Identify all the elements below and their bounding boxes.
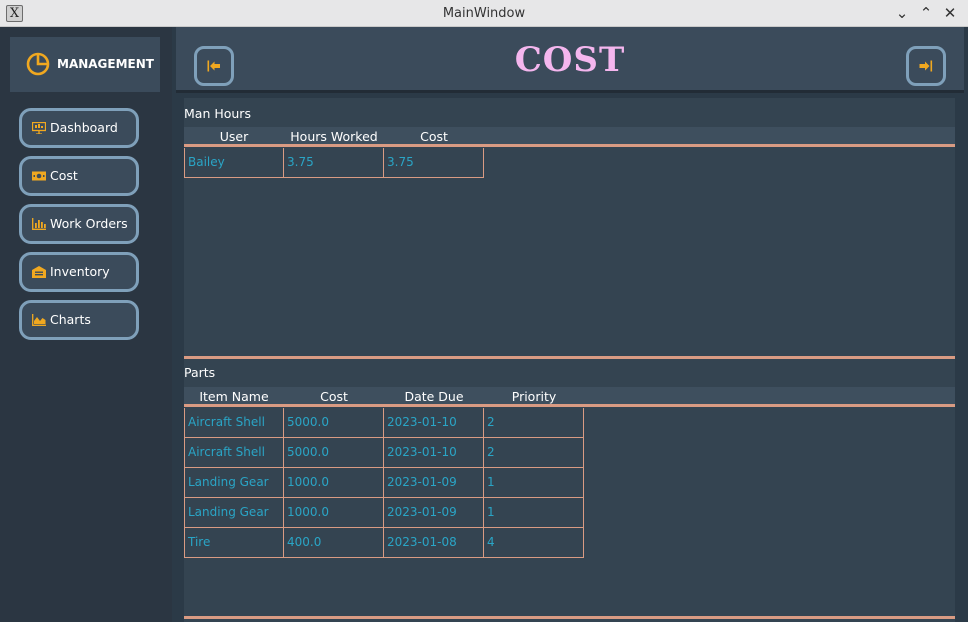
table-cell[interactable]: Bailey	[184, 148, 284, 178]
dashboard-icon	[32, 122, 46, 134]
column-header-user[interactable]: User	[184, 127, 284, 146]
column-header-priority[interactable]: Priority	[484, 387, 584, 406]
sidebar-item-label: Inventory	[50, 264, 110, 279]
sidebar-item-work-orders[interactable]: Work Orders	[19, 204, 139, 244]
table-cell[interactable]: 5000.0	[284, 438, 384, 468]
man-hours-title: Man Hours	[184, 106, 251, 121]
table-cell[interactable]: 2023-01-09	[384, 498, 484, 528]
table-cell[interactable]: Aircraft Shell	[184, 438, 284, 468]
table-cell[interactable]: Tire	[184, 528, 284, 558]
bar-chart-icon	[32, 218, 46, 230]
close-icon[interactable]: ✕	[939, 3, 961, 23]
page-title: COST	[514, 40, 626, 80]
section-divider	[184, 356, 955, 359]
section-divider	[184, 616, 955, 619]
page-header: COST	[176, 27, 964, 93]
man-hours-header: User Hours Worked Cost	[184, 127, 955, 147]
sidebar-item-label: Cost	[50, 168, 78, 183]
column-header-cost[interactable]: Cost	[284, 387, 384, 406]
table-cell[interactable]: 5000.0	[284, 408, 384, 438]
table-cell[interactable]: 3.75	[384, 148, 484, 178]
table-cell[interactable]: 2023-01-10	[384, 438, 484, 468]
man-hours-section: Man Hours User Hours Worked Cost Bailey …	[184, 98, 955, 362]
sidebar-item-label: Dashboard	[50, 120, 118, 135]
window-title: MainWindow	[442, 6, 526, 21]
column-header-hours-worked[interactable]: Hours Worked	[284, 127, 384, 146]
column-header-item-name[interactable]: Item Name	[184, 387, 284, 406]
parts-section: Parts Item Name Cost Date Due Priority A…	[184, 362, 955, 622]
sidebar-item-dashboard[interactable]: Dashboard	[19, 108, 139, 148]
sidebar-item-label: Work Orders	[50, 216, 128, 231]
table-cell[interactable]: Landing Gear	[184, 468, 284, 498]
area-chart-icon	[32, 314, 46, 326]
table-cell[interactable]: 2	[484, 438, 584, 468]
pie-chart-icon	[26, 52, 50, 76]
main-content: COST Man Hours User Hours Worked Cost Ba…	[172, 27, 968, 622]
table-cell[interactable]: Aircraft Shell	[184, 408, 284, 438]
table-cell[interactable]: 1	[484, 468, 584, 498]
sidebar-item-label: Charts	[50, 312, 91, 327]
table-cell[interactable]: 2023-01-08	[384, 528, 484, 558]
table-cell[interactable]: Landing Gear	[184, 498, 284, 528]
table-cell[interactable]: 1000.0	[284, 498, 384, 528]
sidebar-item-cost[interactable]: Cost	[19, 156, 139, 196]
minimize-icon[interactable]: ⌄	[891, 3, 913, 23]
column-header-date-due[interactable]: Date Due	[384, 387, 484, 406]
brand-label: MANAGEMENT	[57, 57, 154, 71]
table-cell[interactable]: 3.75	[284, 148, 384, 178]
sidebar: MANAGEMENT Dashboard Cost Work Orders In…	[0, 27, 172, 622]
column-header-cost[interactable]: Cost	[384, 127, 484, 146]
sidebar-item-inventory[interactable]: Inventory	[19, 252, 139, 292]
window-titlebar: X MainWindow ⌄ ⌃ ✕	[0, 0, 968, 27]
exit-button[interactable]	[906, 46, 946, 86]
exit-icon	[919, 60, 933, 72]
table-cell[interactable]: 2023-01-10	[384, 408, 484, 438]
parts-header: Item Name Cost Date Due Priority	[184, 387, 955, 407]
table-cell[interactable]: 2023-01-09	[384, 468, 484, 498]
money-icon	[32, 171, 46, 181]
table-cell[interactable]: 1	[484, 498, 584, 528]
warehouse-icon	[32, 266, 46, 278]
table-cell[interactable]: 4	[484, 528, 584, 558]
sidebar-item-charts[interactable]: Charts	[19, 300, 139, 340]
table-cell[interactable]: 400.0	[284, 528, 384, 558]
table-cell[interactable]: 1000.0	[284, 468, 384, 498]
maximize-icon[interactable]: ⌃	[915, 3, 937, 23]
brand-block: MANAGEMENT	[10, 37, 160, 92]
parts-title: Parts	[184, 365, 216, 380]
table-cell[interactable]: 2	[484, 408, 584, 438]
